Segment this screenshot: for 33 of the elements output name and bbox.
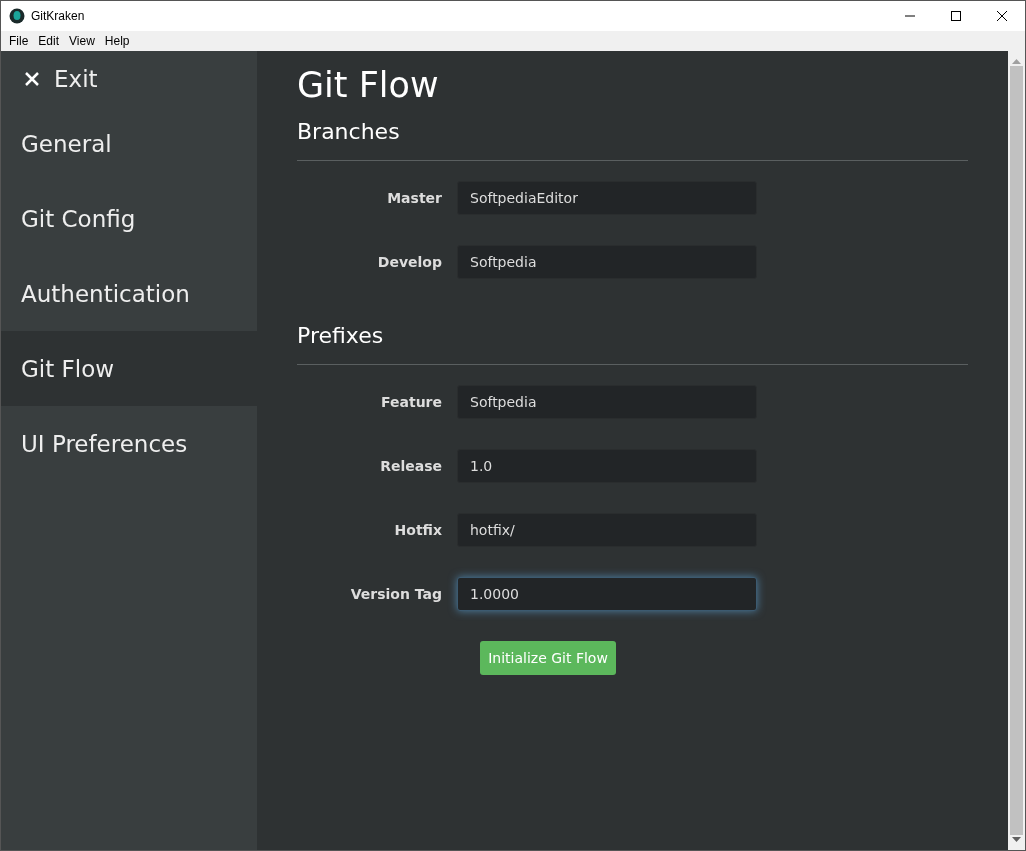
sidebar-item[interactable]: Authentication — [1, 256, 257, 331]
sidebar-item[interactable]: Git Flow — [1, 331, 257, 406]
field-label: Hotfix — [393, 522, 442, 538]
text-field[interactable]: 1.0000 — [457, 577, 757, 611]
sidebar-item[interactable]: General — [1, 106, 257, 181]
page-title: Git Flow — [297, 65, 440, 105]
field-label: Version Tag — [349, 586, 442, 602]
text-field[interactable]: hotfix/ — [457, 513, 757, 547]
section-heading: Prefixes — [297, 323, 385, 348]
close-icon — [997, 11, 1007, 21]
text-field[interactable]: Softpedia — [457, 245, 757, 279]
maximize-icon — [951, 11, 961, 21]
menu-item[interactable]: View — [65, 34, 99, 48]
scroll-up-icon — [1012, 59, 1021, 64]
text-field[interactable]: SoftpediaEditor — [457, 181, 757, 215]
sidebar-item[interactable]: Git Config — [1, 181, 257, 256]
field-label: Release — [379, 458, 442, 474]
field-label: Feature — [380, 394, 442, 410]
menu-item[interactable]: File — [5, 34, 33, 48]
menu-item[interactable]: Help — [100, 34, 134, 48]
window-title: GitKraken — [31, 9, 85, 23]
scrollbar[interactable] — [1008, 51, 1025, 850]
menu-item[interactable]: Edit — [34, 34, 64, 48]
exit-button[interactable]: Exit — [1, 51, 257, 106]
text-field[interactable]: 1.0 — [457, 449, 757, 483]
text-field[interactable]: Softpedia — [457, 385, 757, 419]
app-logo-icon — [9, 8, 25, 24]
field-label: Develop — [376, 254, 442, 270]
scroll-down-icon — [1012, 837, 1021, 842]
section-heading: Branches — [297, 119, 401, 144]
field-label: Master — [386, 190, 442, 206]
close-icon — [24, 70, 40, 87]
sidebar-item[interactable]: UI Preferences — [1, 406, 257, 481]
